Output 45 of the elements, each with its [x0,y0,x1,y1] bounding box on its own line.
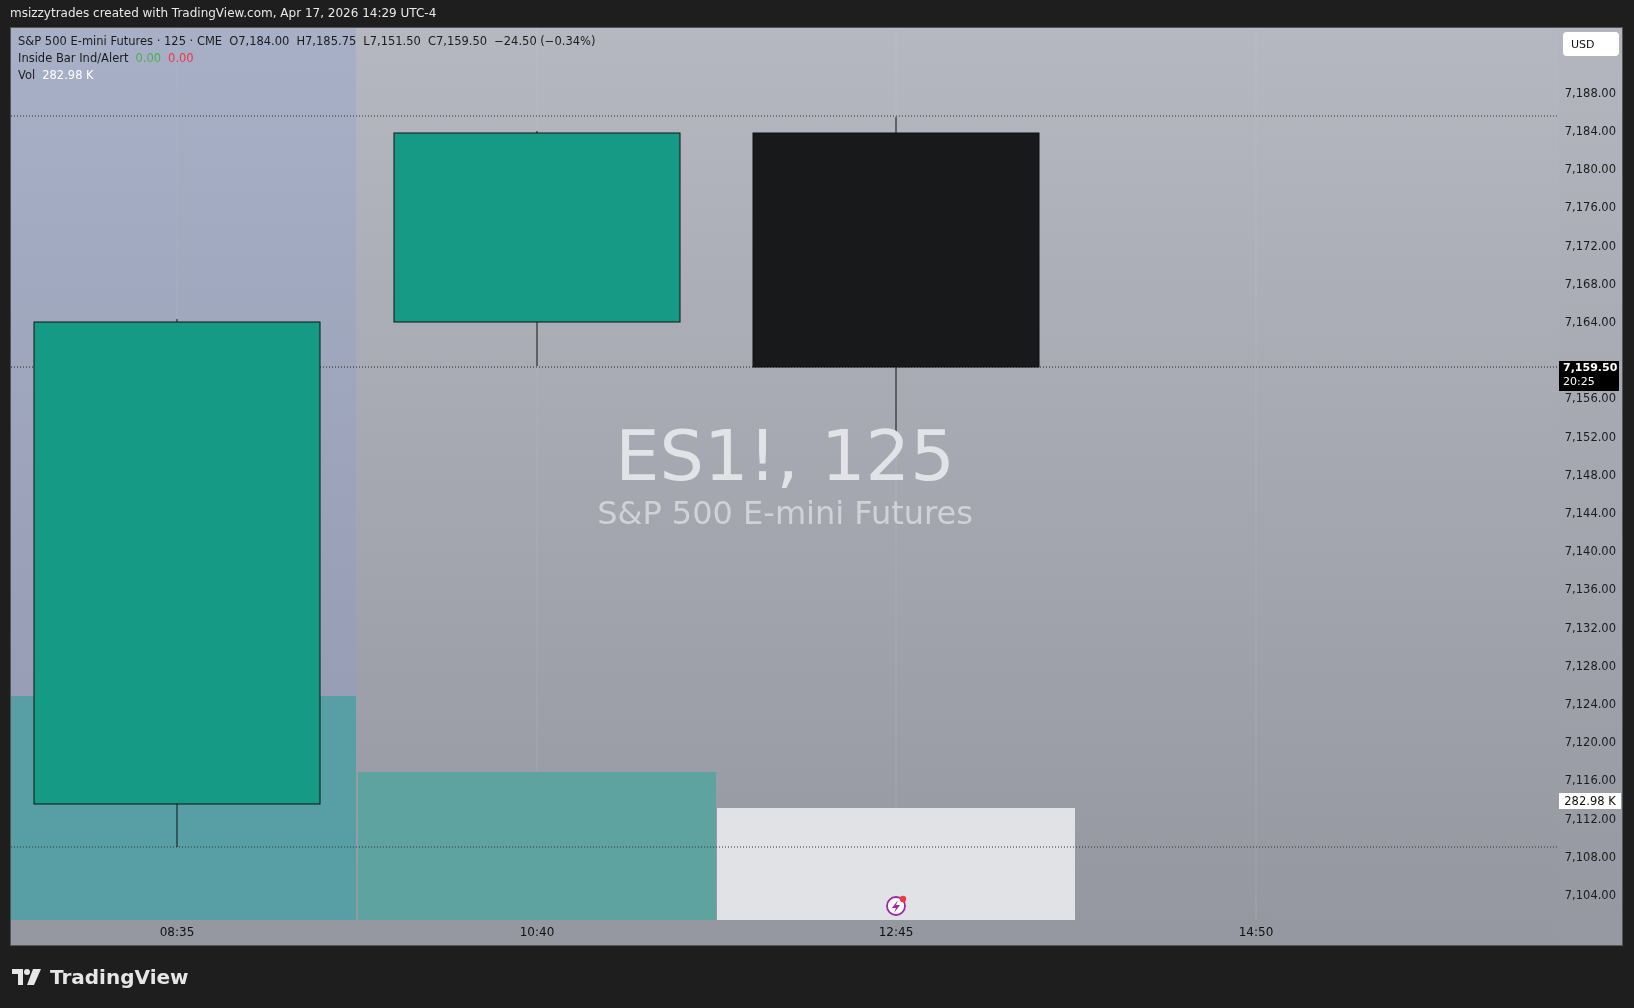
price-label: 7,132.00 [1564,620,1616,635]
price-label: 7,140.00 [1564,544,1616,559]
bar-countdown: 20:25 [1563,375,1596,389]
price-label: 7,120.00 [1564,735,1616,750]
price-label: 7,108.00 [1564,849,1616,864]
price-label: 7,144.00 [1564,505,1616,520]
currency-button[interactable]: USD [1563,32,1619,56]
time-label: 08:35 [159,925,195,939]
indicator-value: 0.00 [135,50,162,66]
price-label: 7,104.00 [1564,887,1616,902]
brand-name: TradingView [50,965,189,989]
price-label: 7,164.00 [1564,314,1616,329]
price-label: 7,156.00 [1564,391,1616,406]
time-label: 12:45 [878,925,914,939]
indicator-value: 0.00 [168,50,194,66]
price-label: 7,184.00 [1564,123,1616,138]
ohlc-value: C7,159.50 [427,33,488,49]
symbol-watermark: ES1!, 125 [615,420,955,494]
price-label: 7,168.00 [1564,276,1616,291]
ohlc-value: L7,151.50 [363,33,421,49]
price-label: 7,116.00 [1564,773,1616,788]
indicator-name: Vol [18,67,36,83]
price-label: 7,188.00 [1564,85,1616,100]
price-label: 7,112.00 [1564,811,1616,826]
logo-icon [12,968,42,986]
last-price: 7,159.50 [1563,361,1619,375]
price-label: 7,172.00 [1564,238,1616,253]
time-label: 14:50 [1238,925,1274,939]
price-label: 7,128.00 [1564,658,1616,673]
header-caption: msizzytrades created with TradingView.com, Apr 17, 2026 14:29 UTC-4 [9,5,438,22]
symbol-title: S&P 500 E-mini Futures · 125 · CME [18,33,223,49]
ohlc-value: H7,185.75 [296,33,357,49]
indicator-name: Inside Bar Ind/Alert [18,50,129,66]
time-label: 10:40 [519,925,555,939]
ohlc-value: O7,184.00 [229,33,290,49]
price-label: 7,180.00 [1564,162,1616,177]
price-label: 7,136.00 [1564,582,1616,597]
price-label: 7,124.00 [1564,696,1616,711]
volume-tag: 282.98 K [1559,793,1621,809]
price-label: 7,148.00 [1564,467,1616,482]
price-label: 7,176.00 [1564,200,1616,215]
price-label: 7,152.00 [1564,429,1616,444]
lightning-icon[interactable] [886,895,907,916]
price-change: −24.50 (−0.34%) [494,33,596,49]
indicator-value: 282.98 K [42,67,94,83]
